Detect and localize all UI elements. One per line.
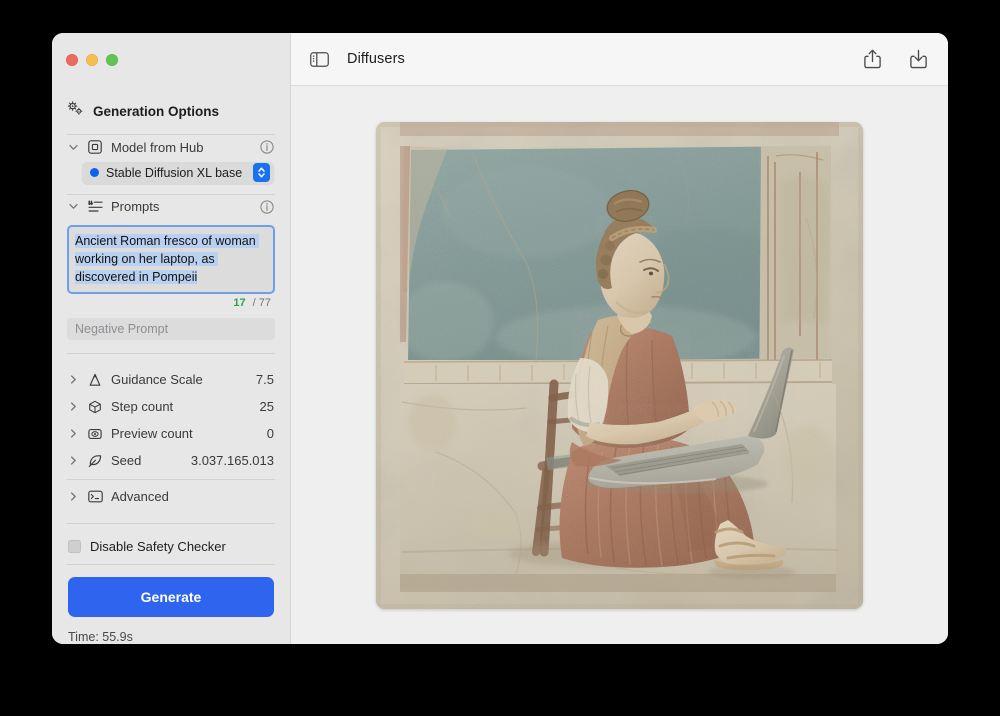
window-title: Diffusers [347,51,405,67]
traffic-light-buttons [66,54,118,66]
sidebar-row-guidance-scale[interactable]: Guidance Scale 7.5 [66,366,276,393]
close-window-button[interactable] [66,54,78,66]
info-icon[interactable] [260,140,274,154]
chevron-right-icon[interactable] [68,429,79,438]
checkbox-box[interactable] [68,540,81,553]
chevron-down-icon[interactable] [68,144,79,151]
sidebar-row-label: Step count [111,399,173,414]
negative-prompt-input[interactable]: Negative Prompt [67,318,275,340]
sidebar-row-value: 7.5 [256,372,274,387]
divider [67,353,275,354]
sidebar-row-label: Advanced [111,489,169,504]
model-status-dot [90,168,99,177]
negative-prompt-placeholder: Negative Prompt [75,322,168,336]
model-selected-label: Stable Diffusion XL base [106,166,242,180]
divider [67,479,275,480]
chevron-right-icon[interactable] [68,456,79,465]
divider [67,564,275,565]
toolbar-actions [860,47,930,71]
terminal-icon [87,490,103,503]
maximize-window-button[interactable] [106,54,118,66]
steps-icon [87,400,103,414]
generate-button[interactable]: Generate [68,577,274,617]
model-icon [87,140,103,154]
quote-icon [87,200,103,213]
time-status-label: Time: 55.9s [66,617,276,644]
divider [67,523,275,524]
token-counter: 17 / 77 [67,294,275,309]
info-icon[interactable] [260,200,274,214]
guidance-icon [87,373,103,387]
prompt-area: Ancient Roman fresco of woman working on… [66,219,276,340]
chevron-right-icon[interactable] [68,402,79,411]
sidebar-row-advanced[interactable]: Advanced [66,483,276,510]
sidebar-row-label: Seed [111,453,141,468]
model-select-popup-button[interactable]: Stable Diffusion XL base [82,162,274,184]
titlebar: Diffusers [52,33,948,86]
gears-icon [67,101,84,121]
generate-button-label: Generate [141,589,202,605]
sidebar-header-title: Generation Options [93,104,219,119]
app-window: Diffusers [52,33,948,644]
sidebar-row-value: 3.037.165.013 [191,453,274,468]
chevron-up-down-icon[interactable] [253,163,270,182]
disable-safety-checker-checkbox[interactable]: Disable Safety Checker [66,536,276,558]
sidebar-section-model-from-hub[interactable]: Model from Hub [66,135,276,160]
download-icon[interactable] [906,47,930,71]
sidebar-row-value: 0 [267,426,274,441]
prompt-input[interactable]: Ancient Roman fresco of woman working on… [67,225,275,294]
content-area [290,86,948,644]
seed-icon [87,454,103,468]
token-max-count: / 77 [253,297,271,309]
chevron-right-icon[interactable] [68,492,79,501]
sidebar-section-prompts[interactable]: Prompts [66,194,276,219]
sidebar-header: Generation Options [66,86,276,134]
titlebar-left-region [52,33,290,86]
sidebar-row-step-count[interactable]: Step count 25 [66,393,276,420]
sidebar-row-label: Preview count [111,426,193,441]
minimize-window-button[interactable] [86,54,98,66]
preview-icon [87,427,103,441]
window-body: Generation Options Model from Hub [52,86,948,644]
sidebar-toggle-icon[interactable] [307,48,331,70]
sidebar-row-label: Guidance Scale [111,372,203,387]
disable-safety-checker-label: Disable Safety Checker [90,539,226,554]
sidebar-row-preview-count[interactable]: Preview count 0 [66,420,276,447]
sidebar-section-model-label: Model from Hub [111,140,203,155]
generated-image[interactable] [376,122,863,609]
prompt-text: Ancient Roman fresco of woman working on… [75,234,259,284]
sidebar-row-value: 25 [260,399,274,414]
chevron-down-icon[interactable] [68,203,79,210]
sidebar-section-prompts-label: Prompts [111,199,159,214]
chevron-right-icon[interactable] [68,375,79,384]
parameters-group: Guidance Scale 7.5 S [66,366,276,510]
share-icon[interactable] [860,47,884,71]
token-used-count: 17 [233,297,245,309]
toolbar: Diffusers [290,33,948,86]
sidebar: Generation Options Model from Hub [52,86,290,644]
sidebar-row-seed[interactable]: Seed 3.037.165.013 [66,447,276,474]
prompt-text-selection: Ancient Roman fresco of woman working on… [75,234,259,284]
